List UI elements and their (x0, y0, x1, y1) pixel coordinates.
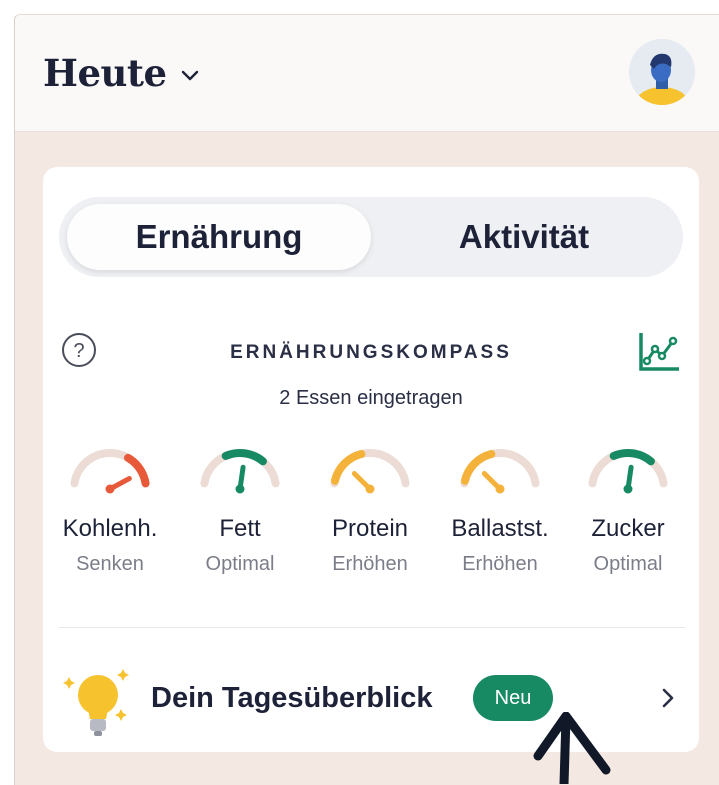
gauge-1 (197, 445, 283, 497)
compass-subtitle: 2 Essen eingetragen (279, 387, 463, 409)
gauge-icon (200, 449, 280, 494)
trend-chart-icon[interactable] (637, 329, 681, 373)
app-frame: Heute Ernährung Aktivität ? ERNÄHRUNGSKO… (14, 14, 719, 785)
chevron-right-icon[interactable] (661, 687, 675, 709)
nutrient-status: Senken (76, 553, 144, 575)
gauge-icon (70, 449, 150, 494)
nutrient-status: Optimal (205, 553, 275, 575)
lightbulb-icon (63, 669, 129, 736)
divider (59, 627, 685, 628)
tab-switcher: Ernährung Aktivität (59, 197, 683, 277)
gauge-icon (460, 449, 540, 494)
gauge-2 (327, 445, 413, 497)
page-title: Heute (43, 51, 167, 95)
nutrient-label: Kohlenh. (62, 515, 158, 542)
nutrient-label: Ballastst. (451, 515, 549, 542)
nutrient-label: Fett (219, 515, 261, 542)
compass-title: ERNÄHRUNGSKOMPASS (230, 342, 512, 363)
gauge-icon (588, 449, 668, 494)
tab-aktivitaet[interactable]: Aktivität (373, 204, 675, 270)
top-bar: Heute (15, 15, 719, 132)
annotation-arrow (533, 712, 611, 784)
chevron-down-icon (181, 70, 198, 81)
nutrient-status: Erhöhen (462, 553, 538, 575)
avatar[interactable] (629, 39, 695, 105)
nutrient-label: Protein (331, 515, 409, 542)
gauge-4 (585, 445, 671, 497)
nutrition-card: Ernährung Aktivität ? ERNÄHRUNGSKOMPASS … (43, 167, 699, 752)
nutrient-label: Zucker (591, 515, 665, 542)
daily-overview-label[interactable]: Dein Tagesüberblick (151, 682, 433, 715)
nutrient-status: Erhöhen (332, 553, 408, 575)
gauge-0 (67, 445, 153, 497)
nutrient-status: Optimal (593, 553, 663, 575)
gauge-3 (457, 445, 543, 497)
tab-ernaehrung[interactable]: Ernährung (67, 204, 371, 270)
date-selector[interactable]: Heute (43, 51, 199, 95)
gauge-icon (330, 449, 410, 494)
